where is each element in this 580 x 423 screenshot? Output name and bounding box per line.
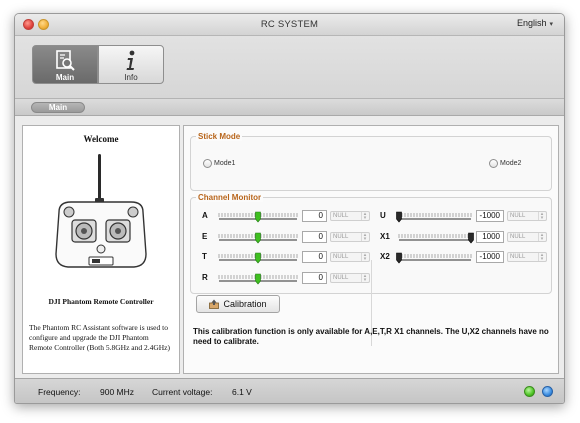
slider-thumb[interactable] (396, 211, 402, 223)
channel-e-value: 0 (302, 231, 327, 243)
channel-row-x1: X1 1000 NULL ▴ ▾ (380, 231, 548, 244)
channel-row-e: E 0 NULL ▴ ▾ (202, 231, 372, 244)
channel-r-value: 0 (302, 272, 327, 284)
slider-thumb[interactable] (255, 273, 261, 285)
language-label: English (516, 18, 547, 28)
breadcrumb-main[interactable]: Main (31, 102, 85, 113)
channel-u-option: NULL (510, 213, 526, 219)
slider-thumb[interactable] (255, 252, 261, 264)
slider-thumb[interactable] (255, 211, 261, 223)
stepper-arrows-icon: ▴ ▾ (361, 253, 368, 262)
channel-label: E (202, 232, 208, 241)
toolbar: Main Info (15, 36, 564, 99)
stepper-arrows-icon: ▴ ▾ (538, 233, 545, 242)
channel-label: A (202, 211, 208, 220)
voltage-value: 6.1 V (232, 387, 252, 397)
channel-row-a: A 0 NULL ▴ ▾ (202, 210, 372, 223)
channel-row-t: T 0 NULL ▴ ▾ (202, 251, 372, 264)
slider-thumb[interactable] (396, 252, 402, 264)
channel-u-option-select[interactable]: NULL ▴ ▾ (507, 211, 547, 221)
calibration-icon (209, 299, 220, 309)
channel-a-value: 0 (302, 210, 327, 222)
slider-thumb[interactable] (255, 232, 261, 244)
channel-r-option: NULL (333, 275, 349, 281)
channel-a-option: NULL (333, 213, 349, 219)
stepper-arrows-icon: ▴ ▾ (538, 253, 545, 262)
mode2-radio[interactable]: Mode2 (489, 159, 521, 168)
channel-row-r: R 0 NULL ▴ ▾ (202, 272, 372, 285)
info-icon (99, 49, 163, 73)
radio-circle-icon (489, 159, 498, 168)
channel-u-value: -1000 (476, 210, 504, 222)
channel-x1-option: NULL (510, 234, 526, 240)
stick-mode-title: Stick Mode (196, 132, 243, 141)
channel-label: X2 (380, 252, 390, 261)
channel-e-option: NULL (333, 234, 349, 240)
channel-x2-slider[interactable] (395, 251, 475, 264)
main-tab-button[interactable]: Main (32, 45, 98, 84)
app-window: RC SYSTEM English ▾ Main Info Main Welco… (14, 13, 565, 404)
device-description: The Phantom RC Assistant software is use… (29, 323, 171, 352)
channel-x1-option-select[interactable]: NULL ▴ ▾ (507, 232, 547, 242)
channel-t-option-select[interactable]: NULL ▴ ▾ (330, 252, 370, 262)
channel-x1-slider[interactable] (395, 231, 475, 244)
connection-status-led-icon (524, 386, 535, 397)
settings-panel: Stick Mode Mode1 Mode2 Channel Monitor A… (183, 125, 559, 374)
channel-a-option-select[interactable]: NULL ▴ ▾ (330, 211, 370, 221)
mode1-radio[interactable]: Mode1 (203, 159, 235, 168)
channel-row-u: U -1000 NULL ▴ ▾ (380, 210, 548, 223)
channel-t-value: 0 (302, 251, 327, 263)
channel-t-option: NULL (333, 254, 349, 260)
channel-label: R (202, 273, 208, 282)
voltage-label: Current voltage: (152, 387, 213, 397)
stick-mode-group: Stick Mode Mode1 Mode2 (190, 132, 552, 191)
channel-monitor-group: Channel Monitor A 0 NULL ▴ ▾ E 0 NULL ▴ ▾ T … (190, 193, 552, 346)
title-bar: RC SYSTEM English ▾ (15, 14, 564, 36)
calibration-button-label: Calibration (223, 299, 267, 309)
channel-u-slider[interactable] (395, 210, 475, 223)
channel-row-x2: X2 -1000 NULL ▴ ▾ (380, 251, 548, 264)
main-tab-label: Main (55, 73, 75, 82)
device-name: DJI Phantom Remote Controller (48, 297, 154, 306)
calibration-note: This calibration function is only availa… (193, 327, 549, 346)
chevron-down-icon: ▾ (549, 21, 553, 28)
channel-r-option-select[interactable]: NULL ▴ ▾ (330, 273, 370, 283)
language-selector[interactable]: English ▾ (517, 18, 553, 28)
channel-label: U (380, 211, 386, 220)
channel-x2-option-select[interactable]: NULL ▴ ▾ (507, 252, 547, 262)
info-tab-button[interactable]: Info (98, 45, 164, 84)
channel-r-slider[interactable] (215, 272, 301, 285)
welcome-heading: Welcome (83, 134, 119, 144)
radio-circle-icon (203, 159, 212, 168)
channel-label: T (202, 252, 207, 261)
channel-label: X1 (380, 232, 390, 241)
mode2-label: Mode2 (500, 160, 522, 167)
mode1-label: Mode1 (214, 160, 236, 167)
channel-x1-value: 1000 (476, 231, 504, 243)
stepper-arrows-icon: ▴ ▾ (361, 274, 368, 283)
channel-a-slider[interactable] (215, 210, 301, 223)
document-search-icon (33, 49, 97, 73)
frequency-value: 900 MHz (100, 387, 135, 397)
main-content: Welcome DJI Phantom Remote Controller Th… (15, 116, 564, 378)
breadcrumb-bar: Main (15, 99, 564, 116)
stepper-arrows-icon: ▴ ▾ (361, 212, 368, 221)
channel-t-slider[interactable] (215, 251, 301, 264)
stepper-arrows-icon: ▴ ▾ (361, 233, 368, 242)
device-status-led-icon (542, 386, 553, 397)
window-title: RC SYSTEM (260, 19, 319, 30)
channel-e-slider[interactable] (215, 231, 301, 244)
slider-thumb[interactable] (468, 232, 474, 244)
status-bar: Frequency: 900 MHz Current voltage: 6.1 … (15, 378, 564, 403)
info-tab-label: Info (124, 73, 138, 82)
channel-e-option-select[interactable]: NULL ▴ ▾ (330, 232, 370, 242)
channel-x2-value: -1000 (476, 251, 504, 263)
stepper-arrows-icon: ▴ ▾ (538, 212, 545, 221)
frequency-label: Frequency: (38, 387, 81, 397)
remote-controller-image (45, 154, 157, 286)
channel-x2-option: NULL (510, 254, 526, 260)
channel-monitor-title: Channel Monitor (196, 193, 264, 202)
welcome-panel: Welcome DJI Phantom Remote Controller Th… (22, 125, 180, 374)
calibration-button[interactable]: Calibration (196, 295, 280, 313)
